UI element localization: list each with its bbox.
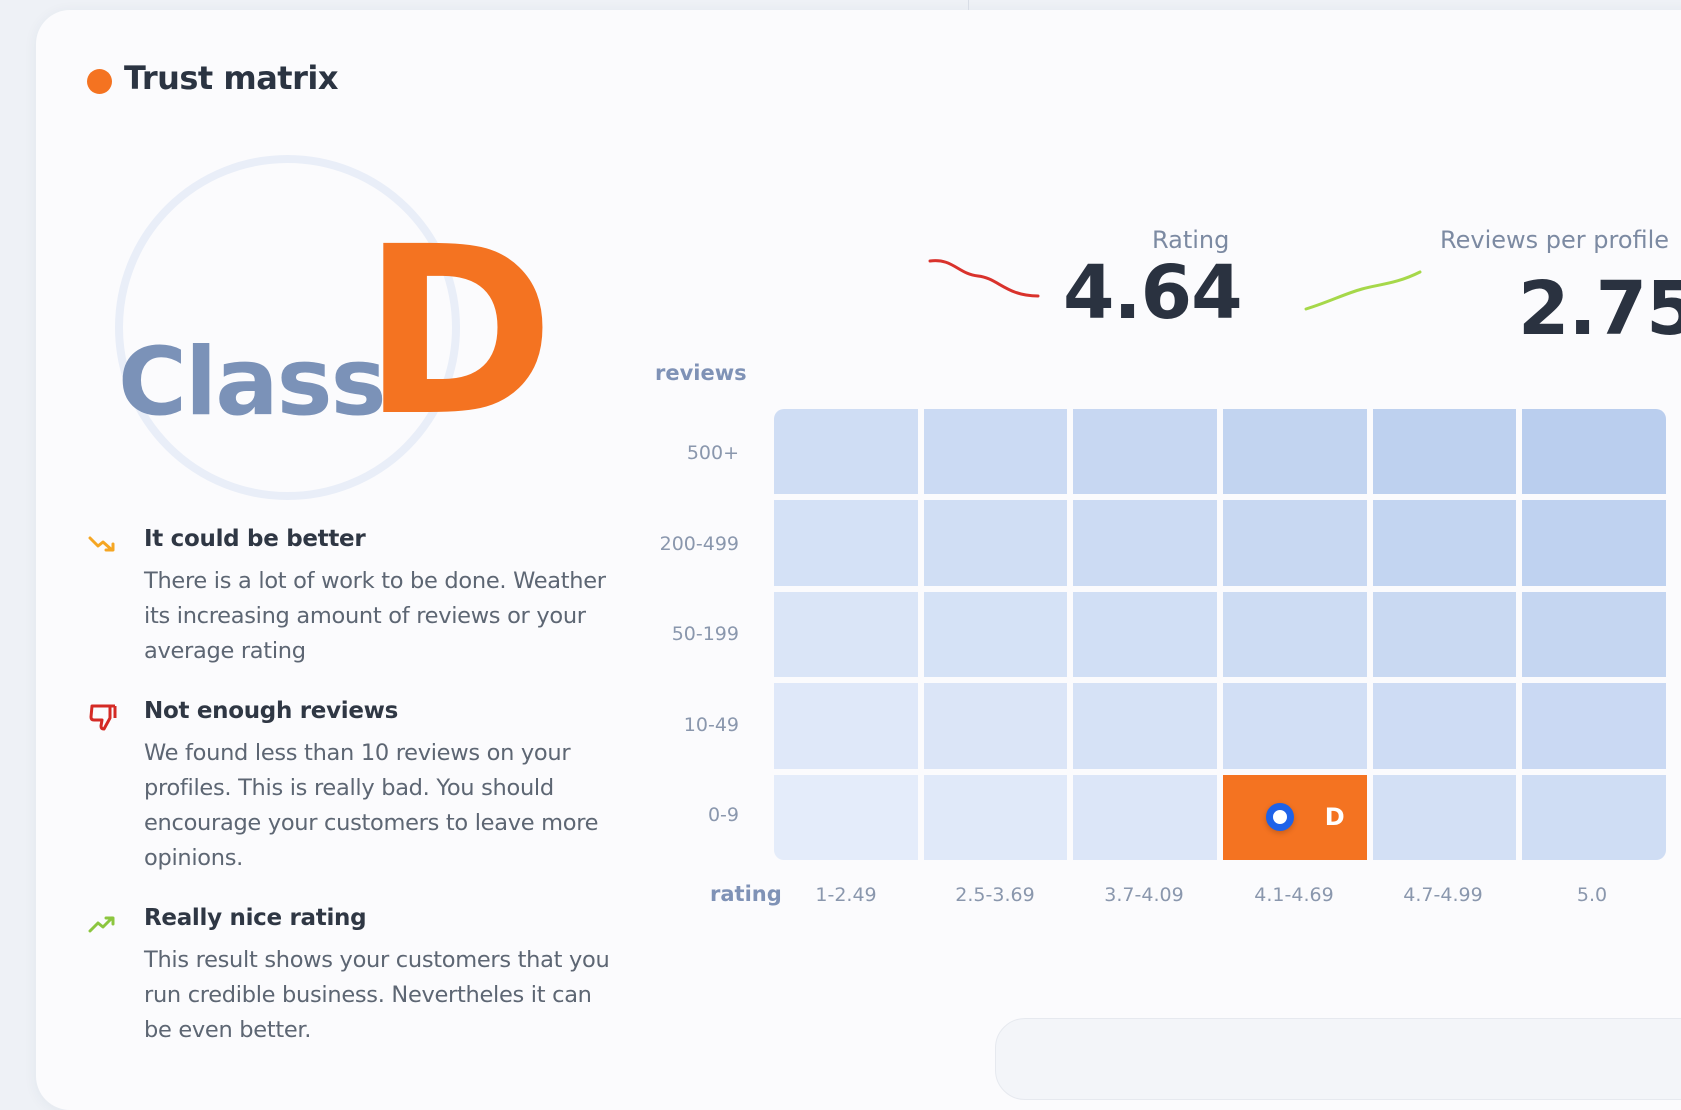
matrix-cell xyxy=(923,500,1068,586)
row-label: 50-199 xyxy=(671,623,739,645)
matrix-cell-active: D xyxy=(1223,774,1367,860)
matrix-cell xyxy=(1223,500,1367,586)
row-label: 0-9 xyxy=(707,804,739,826)
matrix-cell xyxy=(1223,683,1367,769)
y-axis-title: reviews xyxy=(655,361,747,385)
matrix-cell xyxy=(774,500,918,586)
matrix-cell xyxy=(1073,683,1217,769)
matrix-cell xyxy=(1073,591,1217,678)
column-label: 5.0 xyxy=(1576,884,1608,906)
insight-title: It could be better xyxy=(144,526,366,552)
insight-title: Not enough reviews xyxy=(144,698,399,724)
matrix-cell xyxy=(1372,500,1517,586)
insight-body: We found less than 10 reviews on your pr… xyxy=(144,740,599,871)
matrix-cell xyxy=(923,774,1068,860)
insight-body: There is a lot of work to be done. Weath… xyxy=(144,568,606,664)
matrix-cell xyxy=(1522,500,1666,586)
grade-word: Class xyxy=(118,328,387,437)
matrix-cell xyxy=(923,591,1068,678)
matrix-cell xyxy=(1372,409,1517,495)
trust-matrix-grid: D xyxy=(774,409,1666,860)
rating-trend-sparkline xyxy=(928,259,1040,298)
column-label: 2.5-3.69 xyxy=(955,884,1035,906)
matrix-cell xyxy=(774,774,918,860)
trend-down-icon xyxy=(88,536,115,552)
matrix-cell xyxy=(774,409,918,495)
matrix-cell xyxy=(923,409,1068,495)
rating-value: 4.64 xyxy=(1063,250,1243,336)
matrix-cell xyxy=(774,591,918,678)
matrix-cell xyxy=(1073,409,1217,495)
next-card-edge xyxy=(995,1018,1681,1100)
matrix-cell xyxy=(1372,591,1517,678)
title-dot-icon xyxy=(87,69,112,94)
matrix-cell xyxy=(1372,774,1517,860)
matrix-cell xyxy=(1073,500,1217,586)
insight-title: Really nice rating xyxy=(144,905,367,931)
position-marker-icon xyxy=(1265,803,1294,832)
matrix-cell xyxy=(1522,591,1666,678)
row-label: 500+ xyxy=(686,442,739,464)
column-label: 1-2.49 xyxy=(815,884,877,906)
thumbs-down-icon xyxy=(89,704,117,731)
card-title: Trust matrix xyxy=(124,59,338,97)
reviews-per-profile-label: Reviews per profile xyxy=(1440,226,1670,254)
background-divider xyxy=(968,0,969,10)
column-label: 4.1-4.69 xyxy=(1254,884,1334,906)
reviews-trend-sparkline xyxy=(1304,270,1422,311)
row-label: 200-499 xyxy=(659,533,739,555)
grade-letter: D xyxy=(362,197,555,467)
matrix-cell xyxy=(1522,683,1666,769)
active-cell-class-label: D xyxy=(1324,803,1345,832)
column-label: 3.7-4.09 xyxy=(1104,884,1184,906)
matrix-cell xyxy=(1522,774,1666,860)
insight-body: This result shows your customers that yo… xyxy=(144,947,610,1043)
x-axis-title: rating xyxy=(710,882,782,906)
matrix-cell xyxy=(1372,683,1517,769)
matrix-cell xyxy=(1223,409,1367,495)
matrix-cell xyxy=(923,683,1068,769)
matrix-cell xyxy=(1522,409,1666,495)
matrix-cell xyxy=(1223,591,1367,678)
row-label: 10-49 xyxy=(683,714,739,736)
trend-up-icon xyxy=(88,916,115,933)
column-label: 4.7-4.99 xyxy=(1403,884,1483,906)
matrix-cell xyxy=(1073,774,1217,860)
matrix-cell xyxy=(774,683,918,769)
reviews-per-profile-value: 2.75 xyxy=(1518,266,1681,352)
